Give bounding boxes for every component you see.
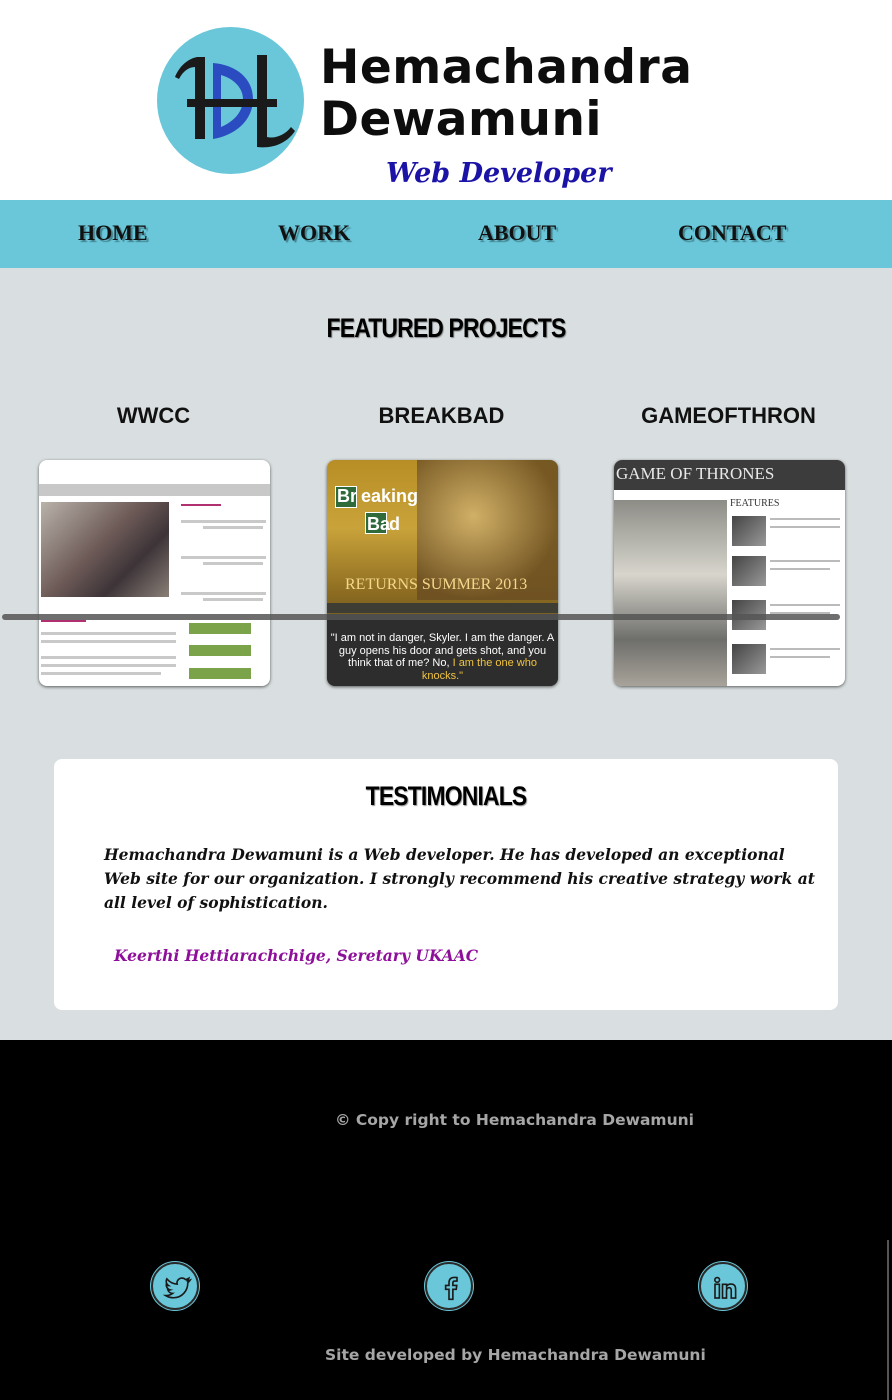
thumb-text-bar	[770, 604, 840, 606]
project-label-gameofthrones: GAMEOFTHRON	[641, 403, 816, 428]
thumb-quote: "I am not in danger, Skyler. I am the da…	[327, 614, 558, 686]
thumb-title-d: d	[389, 514, 400, 534]
thumb-photo	[614, 500, 727, 686]
thumb-title-eaking: eaking	[361, 486, 419, 506]
testimonial-quote: Hemachandra Dewamuni is a Web developer.…	[104, 845, 815, 912]
thumb-mini-image	[732, 644, 766, 674]
thumb-text-bar	[41, 656, 176, 659]
thumb-header: GAME OF THRONES	[614, 460, 845, 490]
twitter-icon	[162, 1276, 192, 1299]
thumb-heading-bar	[181, 504, 221, 506]
horizontal-scrollbar[interactable]	[2, 614, 840, 620]
thumb-text-bar	[770, 560, 840, 562]
thumb-text-bar	[41, 632, 176, 635]
thumb-green-button	[189, 645, 251, 656]
project-thumbnail-wwcc[interactable]	[39, 460, 270, 686]
logo-wordmark: Hemachandra Dewamuni	[320, 42, 692, 146]
thumb-text-bar	[181, 556, 266, 559]
copyright-text: © Copy right to Hemachandra Dewamuni	[335, 1111, 694, 1129]
site-developed-text: Site developed by Hemachandra Dewamuni	[325, 1346, 706, 1364]
thumb-text-bar	[181, 592, 266, 595]
logo-subtitle: Web Developer	[386, 158, 612, 189]
twitter-link[interactable]	[151, 1262, 199, 1310]
thumb-text-bar	[41, 664, 176, 667]
facebook-link[interactable]	[425, 1262, 473, 1310]
nav-work[interactable]: WORK	[278, 220, 350, 246]
site-header: Hemachandra Dewamuni Web Developer	[0, 0, 892, 200]
thumb-green-button	[189, 668, 251, 679]
thumb-features-label: FEATURES	[730, 498, 780, 509]
linkedin-icon	[713, 1276, 737, 1299]
main-nav: HOME WORK ABOUT CONTACT	[0, 200, 892, 268]
logo-monogram[interactable]	[157, 27, 304, 174]
thumb-text-bar	[181, 520, 266, 523]
thumb-text-bar	[770, 568, 830, 570]
featured-projects-title: FEATURED PROJECTS	[326, 313, 567, 343]
thumb-text-bar	[41, 672, 161, 675]
project-thumbnail-gameofthrones[interactable]: GAME OF THRONES FEATURES	[614, 460, 845, 686]
facebook-icon	[444, 1276, 458, 1301]
thumb-text-bar	[770, 526, 840, 528]
thumb-text-bar	[770, 656, 830, 658]
logo-line-1: Hemachandra	[320, 40, 693, 95]
nav-contact[interactable]: CONTACT	[678, 220, 786, 246]
thumb-title-ba: Ba	[367, 514, 391, 534]
thumb-photo	[41, 502, 169, 597]
thumb-text-bar	[203, 526, 263, 529]
thumb-text-bar	[203, 562, 263, 565]
hd-monogram-icon	[175, 55, 295, 148]
thumb-navbar	[39, 484, 270, 496]
project-label-breakbad: BREAKBAD	[378, 403, 505, 428]
nav-home[interactable]: HOME	[78, 220, 148, 246]
testimonials-title: TESTIMONIALS	[365, 781, 528, 811]
testimonials-card: TESTIMONIALS Hemachandra Dewamuni is a W…	[54, 759, 838, 1010]
vertical-scrollbar[interactable]	[887, 1240, 889, 1400]
site-footer: © Copy right to Hemachandra Dewamuni Sit…	[0, 1040, 892, 1400]
thumb-tagline: RETURNS SUMMER 2013	[345, 576, 528, 593]
thumb-green-button	[189, 623, 251, 634]
linkedin-link[interactable]	[699, 1262, 747, 1310]
thumb-menu-bar	[327, 603, 558, 613]
thumb-mini-image	[732, 556, 766, 586]
thumb-text-bar	[41, 640, 176, 643]
thumb-mini-image	[732, 516, 766, 546]
thumb-text-bar	[203, 598, 263, 601]
thumb-heading-bar	[41, 620, 86, 622]
thumb-text-bar	[770, 518, 840, 520]
thumb-title-br: Br	[337, 486, 358, 506]
project-label-wwcc: WWCC	[116, 403, 191, 428]
project-thumbnail-breakbad[interactable]: Br eaking Ba d RETURNS SUMMER 2013 "I am…	[327, 460, 558, 686]
nav-about[interactable]: ABOUT	[478, 220, 556, 246]
logo-line-2: Dewamuni	[320, 92, 603, 147]
thumb-text-bar	[770, 648, 840, 650]
testimonial-author: Keerthi Hettiarachchige, Seretary UKAAC	[114, 946, 479, 965]
